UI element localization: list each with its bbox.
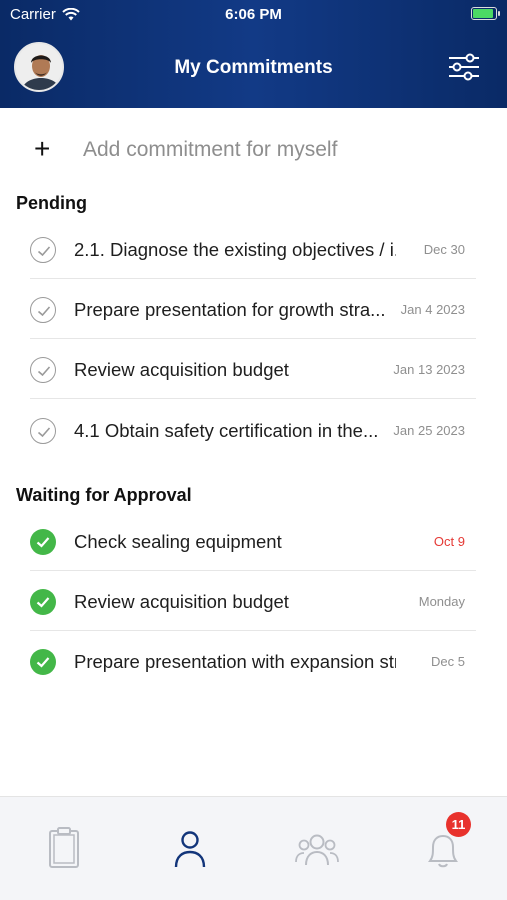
item-title: 2.1. Diagnose the existing objectives / … [74, 239, 396, 260]
notification-badge: 11 [446, 812, 471, 837]
person-icon [174, 831, 206, 868]
item-date: Dec 30 [423, 242, 465, 257]
list-item[interactable]: 2.1. Diagnose the existing objectives / … [30, 219, 476, 279]
check-circle-icon[interactable] [30, 297, 56, 323]
item-date: Dec 5 [431, 654, 465, 669]
tab-team[interactable] [292, 827, 342, 871]
list-item[interactable]: Prepare presentation with expansion str.… [30, 631, 476, 691]
add-commitment-button[interactable]: + Add commitment for myself [0, 130, 507, 170]
item-date: Jan 13 2023 [393, 362, 465, 377]
item-date: Jan 25 2023 [393, 423, 465, 438]
tab-bar [0, 796, 507, 900]
filter-button[interactable] [447, 53, 481, 81]
list-item[interactable]: Prepare presentation for growth stra... … [30, 279, 476, 339]
item-title: Prepare presentation for growth stra... [74, 299, 386, 320]
item-date: Monday [418, 594, 465, 609]
section-title-waiting-for-approval: Waiting for Approval [16, 485, 192, 505]
list-item[interactable]: Review acquisition budget Monday [30, 571, 476, 631]
clipboard-icon [49, 827, 79, 868]
team-icon [295, 834, 339, 866]
battery-icon [471, 7, 500, 20]
tab-tasks[interactable] [40, 827, 90, 871]
item-title: Check sealing equipment [74, 531, 282, 552]
app-header: Carrier 6:06 PM My Commitments [0, 0, 507, 108]
sliders-icon [449, 53, 479, 81]
item-title: Review acquisition budget [74, 359, 289, 380]
page-title: My Commitments [174, 57, 333, 78]
tab-my-commitments[interactable] [165, 827, 215, 871]
item-date-overdue: Oct 9 [433, 534, 465, 549]
list-item[interactable]: Check sealing equipment Oct 9 [30, 511, 476, 571]
plus-icon: + [34, 133, 51, 164]
check-circle-filled-icon[interactable] [30, 649, 56, 675]
check-circle-icon[interactable] [30, 357, 56, 383]
item-date: Jan 4 2023 [400, 302, 465, 317]
clock: 6:06 PM [225, 6, 282, 23]
section-title-pending: Pending [16, 193, 87, 213]
check-circle-filled-icon[interactable] [30, 529, 56, 555]
list-item[interactable]: 4.1 Obtain safety certification in the..… [30, 400, 476, 460]
check-circle-filled-icon[interactable] [30, 589, 56, 615]
check-circle-icon[interactable] [30, 418, 56, 444]
item-title: Review acquisition budget [74, 591, 289, 612]
status-bar: Carrier 6:06 PM [0, 0, 507, 28]
list-item[interactable]: Review acquisition budget Jan 13 2023 [30, 339, 476, 399]
check-circle-icon[interactable] [30, 237, 56, 263]
add-commitment-label: Add commitment for myself [83, 138, 338, 161]
item-title: 4.1 Obtain safety certification in the..… [74, 420, 379, 441]
item-title: Prepare presentation with expansion str.… [74, 651, 396, 672]
